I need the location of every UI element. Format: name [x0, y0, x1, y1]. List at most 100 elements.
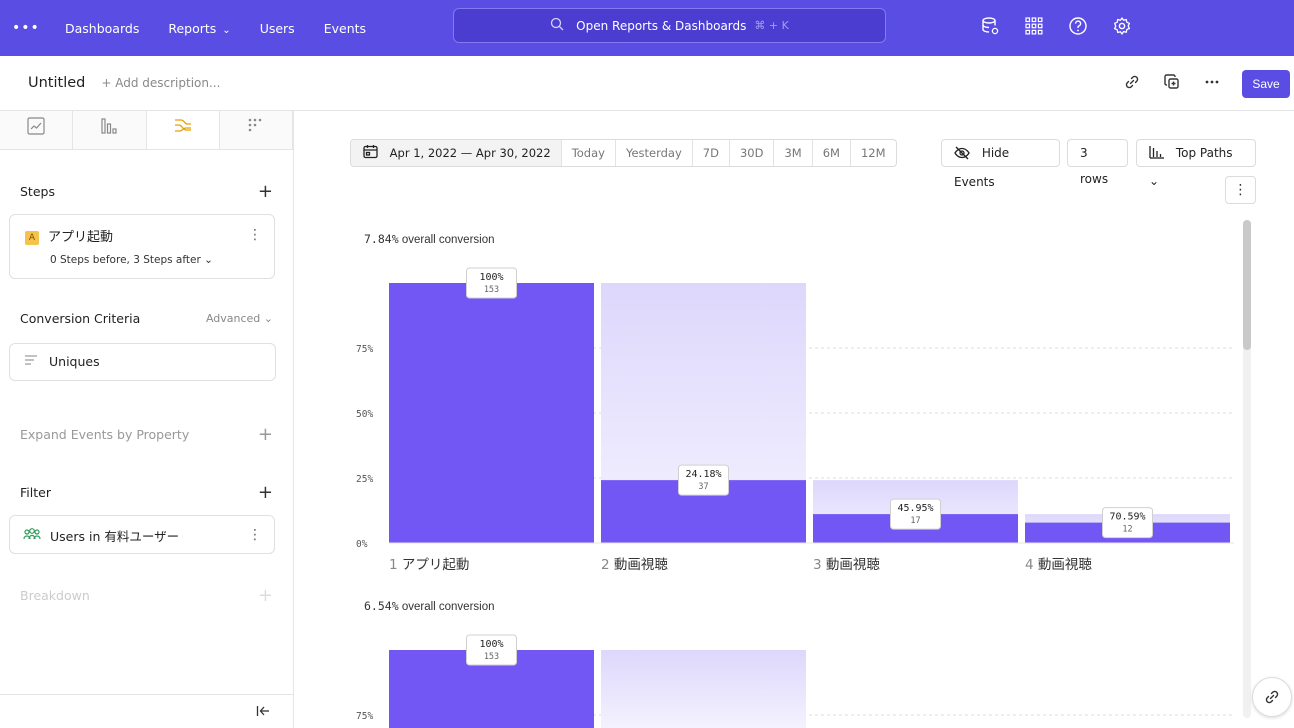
- date-range-picker: Apr 1, 2022 — Apr 30, 2022 Today Yesterd…: [350, 139, 897, 167]
- help-icon[interactable]: [1056, 16, 1100, 41]
- search-placeholder: Open Reports & Dashboards: [576, 18, 747, 33]
- filter-label: Filter: [20, 485, 51, 500]
- category-label: 3 動画視聴: [813, 557, 880, 573]
- add-breakdown-icon[interactable]: +: [258, 585, 273, 606]
- link-icon[interactable]: [1112, 74, 1152, 94]
- database-icon[interactable]: [968, 16, 1012, 41]
- search-bar[interactable]: Open Reports & Dashboards ⌘ + K: [453, 8, 886, 43]
- step-menu-icon[interactable]: ⋮: [248, 227, 262, 243]
- expand-label: Expand Events by Property: [20, 427, 190, 442]
- report-titlebar: Untitled + Add description... Save: [0, 56, 1294, 111]
- date-range-label: Apr 1, 2022 — Apr 30, 2022: [389, 146, 551, 160]
- advanced-dropdown[interactable]: Advanced ⌄: [206, 312, 273, 325]
- steps-label: Steps: [20, 184, 55, 199]
- funnel-bar: [389, 283, 594, 543]
- sidebar-footer-divider: [0, 694, 293, 695]
- collapse-sidebar-icon[interactable]: [256, 705, 270, 721]
- top-paths-label: Top Paths: [1175, 146, 1233, 160]
- preset-30d[interactable]: 30D: [728, 140, 774, 166]
- search-shortcut: ⌘ + K: [754, 19, 789, 32]
- nav-reports[interactable]: Reports ⌄: [168, 21, 230, 36]
- step-detail[interactable]: 0 Steps before, 3 Steps after ⌄: [50, 254, 213, 266]
- retention-grid-icon: [247, 118, 265, 139]
- report-type-tabs: [0, 111, 293, 150]
- y-tick-label: 75%: [356, 344, 373, 355]
- category-label: 1 アプリ起動: [389, 557, 469, 573]
- step-number: 2: [601, 557, 614, 573]
- nav-events[interactable]: Events: [324, 21, 366, 36]
- chart-0-title: 7.84% overall conversion: [364, 232, 495, 246]
- tab-retention[interactable]: [219, 111, 293, 149]
- step-name: 動画視聴: [1038, 557, 1092, 573]
- more-options-icon[interactable]: [1192, 74, 1232, 94]
- preset-7d[interactable]: 7D: [691, 140, 729, 166]
- rows-button[interactable]: 3 rows: [1067, 139, 1128, 186]
- logo-icon[interactable]: •••: [0, 20, 50, 36]
- filter-lines-icon: [24, 354, 38, 369]
- preset-yesterday[interactable]: Yesterday: [614, 140, 692, 166]
- bar-chart-icon: [1149, 146, 1169, 162]
- hide-events-button[interactable]: Hide Events: [941, 139, 1060, 189]
- step-number: 4: [1025, 557, 1038, 573]
- top-paths-dropdown[interactable]: Top Paths ⌄: [1136, 139, 1256, 188]
- preset-3m[interactable]: 3M: [773, 140, 811, 166]
- date-range-button[interactable]: Apr 1, 2022 — Apr 30, 2022: [351, 140, 561, 166]
- chart-scrollbar[interactable]: [1243, 220, 1251, 718]
- preset-6m[interactable]: 6M: [811, 140, 850, 166]
- chevron-down-icon: ⌄: [204, 254, 213, 266]
- nav-dashboards[interactable]: Dashboards: [65, 21, 139, 36]
- nav-users[interactable]: Users: [260, 21, 295, 36]
- step-number: 1: [389, 557, 402, 573]
- step-number: 3: [813, 557, 826, 573]
- copy-link-fab[interactable]: [1252, 677, 1292, 717]
- uniques-label: Uniques: [49, 354, 100, 369]
- step-detail-text: 0 Steps before, 3 Steps after: [50, 254, 201, 266]
- conversion-value: 7.84%: [364, 232, 399, 246]
- conversion-caption: overall conversion: [399, 601, 495, 613]
- chart-menu-icon[interactable]: ⋮: [1225, 176, 1256, 204]
- expand-header: Expand Events by Property +: [20, 424, 273, 445]
- data-label-percent: 70.59%: [1109, 512, 1145, 523]
- filter-value: Users in 有料ユーザー: [50, 529, 180, 544]
- funnel-chart: 7.84% overall conversion 0% 25% 50% 75% 100% 1…: [356, 232, 1234, 728]
- uniques-card[interactable]: Uniques: [9, 343, 276, 381]
- step-name: 動画視聴: [826, 557, 880, 573]
- top-nav: ••• Dashboards Reports ⌄ Users Events Ope…: [0, 0, 1294, 56]
- add-property-icon[interactable]: +: [258, 424, 273, 445]
- data-label-count: 37: [698, 482, 708, 492]
- step-card[interactable]: A アプリ起動 ⋮ 0 Steps before, 3 Steps after ⌄: [9, 214, 275, 279]
- filter-header: Filter +: [20, 482, 273, 503]
- step-badge: A: [25, 230, 39, 245]
- sidebar: Steps + A アプリ起動 ⋮ 0 Steps before, 3 Steps…: [0, 111, 294, 728]
- chart-1-title: 6.54% overall conversion: [364, 599, 495, 613]
- chevron-down-icon: ⌄: [222, 24, 231, 36]
- data-label-percent: 24.18%: [685, 469, 721, 480]
- tab-insights[interactable]: [0, 111, 74, 149]
- add-description-link[interactable]: + Add description...: [101, 76, 220, 90]
- filter-menu-icon[interactable]: ⋮: [248, 527, 262, 543]
- duplicate-icon[interactable]: [1152, 73, 1192, 94]
- save-button[interactable]: Save: [1242, 69, 1290, 98]
- data-label-count: 153: [484, 652, 499, 662]
- add-step-icon[interactable]: +: [258, 181, 273, 202]
- breakdown-label: Breakdown: [20, 588, 90, 603]
- calendar-icon: [363, 145, 382, 162]
- preset-today[interactable]: Today: [560, 140, 615, 166]
- gear-icon[interactable]: [1100, 16, 1144, 41]
- grid-apps-icon[interactable]: [1012, 16, 1056, 40]
- conversion-label: Conversion Criteria: [20, 311, 141, 326]
- users-group-icon: [23, 527, 41, 545]
- chart-scrollbar-thumb[interactable]: [1243, 220, 1251, 350]
- data-label-percent: 100%: [479, 272, 503, 283]
- tab-flows[interactable]: [146, 111, 220, 149]
- tab-funnels[interactable]: [73, 111, 147, 149]
- advanced-label: Advanced: [205, 312, 261, 325]
- y-tick-label: 50%: [356, 409, 373, 420]
- eye-off-icon: [954, 146, 974, 163]
- preset-12m[interactable]: 12M: [849, 140, 896, 166]
- filter-card[interactable]: Users in 有料ユーザー ⋮: [9, 515, 275, 554]
- report-title[interactable]: Untitled: [28, 75, 85, 91]
- data-label-percent: 100%: [479, 639, 503, 650]
- add-filter-icon[interactable]: +: [258, 482, 273, 503]
- y-tick-label: 0%: [356, 539, 368, 550]
